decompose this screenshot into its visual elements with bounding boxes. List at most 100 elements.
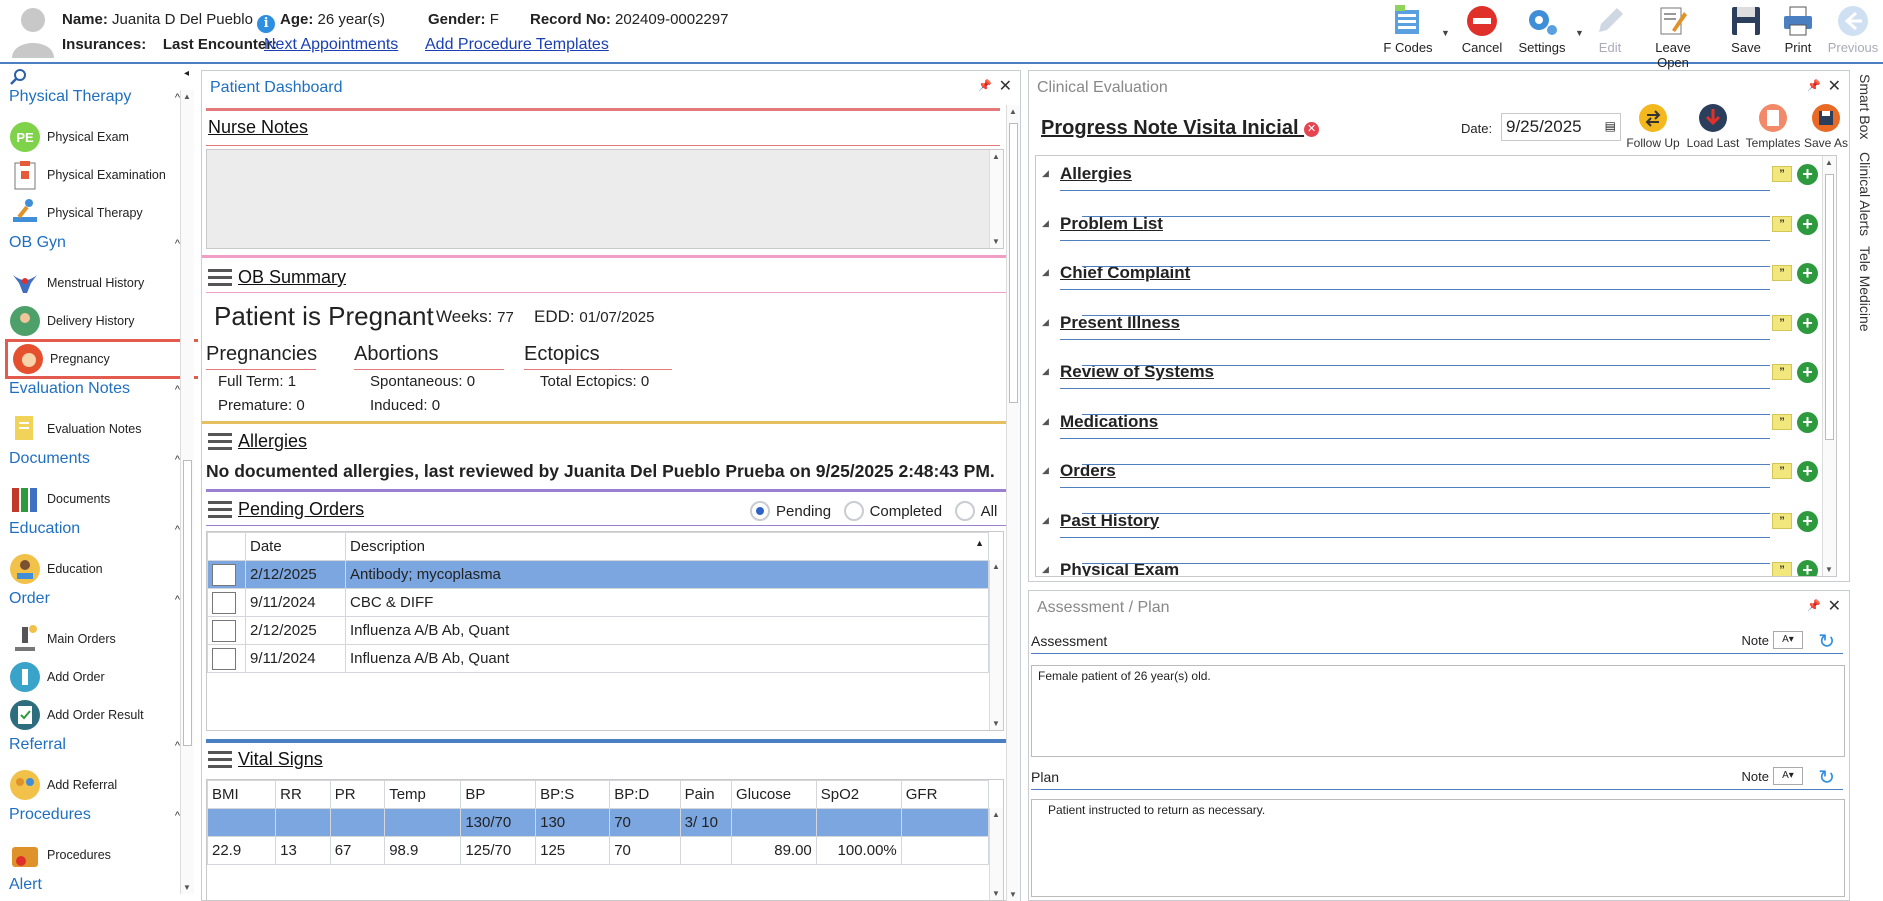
clinical-section-row[interactable]: ◢ Problem List” + bbox=[1042, 208, 1828, 267]
sidebar-item-physical-exam[interactable]: PE Physical Exam bbox=[9, 120, 129, 154]
sidebar-scrollbar[interactable]: ▲ ▼ bbox=[180, 90, 194, 894]
sidebar-item-evaluation-notes[interactable]: Evaluation Notes bbox=[9, 412, 142, 446]
info-icon[interactable]: i bbox=[257, 15, 276, 33]
pending-orders-heading[interactable]: Pending Orders bbox=[208, 499, 364, 520]
section-physical-therapy[interactable]: Physical Therapy bbox=[9, 88, 131, 106]
col-date[interactable]: Date bbox=[245, 532, 346, 561]
add-icon[interactable]: + bbox=[1797, 263, 1818, 284]
expand-triangle-icon[interactable]: ◢ bbox=[1042, 218, 1049, 229]
close-icon[interactable]: ✕ bbox=[1828, 76, 1841, 96]
settings-button[interactable]: Settings bbox=[1512, 4, 1572, 55]
quote-icon[interactable]: ” bbox=[1772, 463, 1792, 479]
expand-triangle-icon[interactable]: ◢ bbox=[1042, 416, 1049, 427]
row-checkbox[interactable] bbox=[207, 560, 246, 589]
col-vital[interactable]: BMI bbox=[207, 780, 277, 809]
follow-up-button[interactable]: Follow Up bbox=[1623, 103, 1683, 150]
section-evaluation-notes[interactable]: Evaluation Notes bbox=[9, 380, 130, 398]
date-field[interactable]: 9/25/2025 ▤ bbox=[1501, 113, 1621, 141]
clinical-section-row[interactable]: ◢ Medications” + bbox=[1042, 406, 1828, 465]
section-documents[interactable]: Documents bbox=[9, 450, 90, 468]
clinical-section-row[interactable]: ◢ Review of Systems” + bbox=[1042, 356, 1828, 415]
sidebar-item-education[interactable]: Education bbox=[9, 552, 103, 586]
clinical-section-row[interactable]: ◢ Physical Exam” + bbox=[1042, 554, 1828, 576]
col-vital[interactable]: BP bbox=[460, 780, 537, 809]
col-vital[interactable]: BP:D bbox=[609, 780, 681, 809]
add-icon[interactable]: + bbox=[1797, 461, 1818, 482]
add-icon[interactable]: + bbox=[1797, 510, 1818, 532]
sidebar-item-physical-examination[interactable]: Physical Examination bbox=[9, 158, 166, 192]
tab-tele-medicine[interactable]: Tele Medicine bbox=[1857, 246, 1873, 332]
quote-icon[interactable]: ” bbox=[1772, 364, 1792, 380]
quote-icon[interactable]: ” bbox=[1772, 215, 1792, 232]
radio-completed[interactable]: Completed bbox=[843, 501, 942, 521]
expand-triangle-icon[interactable]: ◢ bbox=[1042, 465, 1049, 476]
quote-icon[interactable]: ” bbox=[1772, 512, 1792, 529]
col-vital[interactable]: SpO2 bbox=[815, 780, 902, 809]
next-appointments-link[interactable]: Next Appointments bbox=[264, 36, 398, 54]
sidebar-item-main-orders[interactable]: Main Orders bbox=[9, 622, 116, 656]
table-row[interactable]: 9/11/2024 Influenza A/B Ab, Quant bbox=[207, 644, 989, 673]
clinical-section-row[interactable]: ◢ Past History” + bbox=[1042, 505, 1828, 564]
sidebar-item-delivery-history[interactable]: Delivery History bbox=[9, 304, 135, 338]
col-vital[interactable]: GFR bbox=[900, 780, 990, 809]
expand-triangle-icon[interactable]: ◢ bbox=[1042, 317, 1049, 328]
clinical-section-row[interactable]: ◢ Chief Complaint” + bbox=[1042, 257, 1828, 316]
section-order[interactable]: Order bbox=[9, 590, 50, 608]
clinical-section-row[interactable]: ◢ Present Illness” + bbox=[1042, 307, 1828, 366]
table-row[interactable]: 2/12/2025 Antibody; mycoplasma bbox=[207, 560, 989, 589]
col-description[interactable]: Description ▲ bbox=[345, 532, 989, 561]
assessment-textarea[interactable]: Female patient of 26 year(s) old. bbox=[1031, 665, 1845, 757]
tab-clinical-alerts[interactable]: Clinical Alerts bbox=[1857, 152, 1873, 236]
sidebar-item-add-referral[interactable]: Add Referral bbox=[9, 768, 117, 802]
fcodes-dropdown-icon[interactable]: ▼ bbox=[1441, 28, 1450, 38]
clinical-section-row[interactable]: ◢ Orders” + bbox=[1042, 455, 1828, 514]
nurse-notes-heading[interactable]: Nurse Notes bbox=[208, 117, 308, 138]
col-vital[interactable]: BP:S bbox=[535, 780, 611, 809]
leave-open-button[interactable]: Leave Open bbox=[1638, 4, 1708, 70]
save-button[interactable]: Save bbox=[1724, 4, 1768, 55]
add-procedure-templates-link[interactable]: Add Procedure Templates bbox=[425, 36, 609, 54]
clinical-section-row[interactable]: ◢ Allergies ” + bbox=[1042, 158, 1828, 217]
section-alert[interactable]: Alert bbox=[9, 876, 42, 894]
templates-button[interactable]: Templates bbox=[1743, 103, 1803, 150]
close-icon[interactable]: ✕ bbox=[1828, 596, 1841, 616]
add-icon[interactable]: + bbox=[1797, 362, 1818, 383]
sidebar-collapse-icon[interactable]: ◂ bbox=[184, 68, 189, 79]
previous-button[interactable]: Previous bbox=[1826, 4, 1880, 55]
add-icon[interactable]: + bbox=[1797, 411, 1818, 433]
sidebar-item-add-order[interactable]: Add Order bbox=[9, 660, 105, 694]
add-icon[interactable]: + bbox=[1797, 213, 1818, 235]
table-row[interactable]: 2/12/2025 Influenza A/B Ab, Quant bbox=[207, 616, 989, 645]
nurse-notes-textarea[interactable]: ▲ ▼ bbox=[206, 149, 1004, 249]
quote-icon[interactable]: ” bbox=[1772, 413, 1792, 430]
sidebar-item-procedures[interactable]: Procedures bbox=[9, 838, 111, 872]
close-icon[interactable]: ✕ bbox=[999, 76, 1012, 96]
refresh-icon[interactable]: ↻ bbox=[1818, 765, 1835, 790]
note-format-dropdown[interactable]: A▾ bbox=[1773, 631, 1803, 649]
add-icon[interactable]: + bbox=[1797, 560, 1818, 576]
print-button[interactable]: Print bbox=[1776, 4, 1820, 55]
save-as-button[interactable]: Save As bbox=[1801, 103, 1851, 150]
row-checkbox[interactable] bbox=[207, 588, 246, 617]
section-ob-gyn[interactable]: OB Gyn bbox=[9, 234, 66, 252]
sidebar-item-pregnancy[interactable]: Pregnancy bbox=[5, 339, 198, 379]
table-row[interactable]: 9/11/2024 CBC & DIFF bbox=[207, 588, 989, 617]
pin-icon[interactable]: 📌 bbox=[978, 79, 992, 92]
search-icon[interactable] bbox=[10, 68, 28, 86]
edit-button[interactable]: Edit bbox=[1590, 4, 1630, 55]
load-last-button[interactable]: Load Last bbox=[1683, 103, 1743, 150]
note-format-dropdown[interactable]: A▾ bbox=[1773, 767, 1803, 785]
expand-triangle-icon[interactable]: ◢ bbox=[1042, 267, 1049, 278]
sidebar-item-menstrual-history[interactable]: Menstrual History bbox=[9, 266, 144, 300]
vital-signs-heading[interactable]: Vital Signs bbox=[208, 749, 323, 770]
allergies-heading[interactable]: Allergies bbox=[208, 431, 307, 452]
col-vital[interactable]: PR bbox=[329, 780, 386, 809]
cancel-button[interactable]: Cancel bbox=[1457, 4, 1507, 55]
expand-triangle-icon[interactable]: ◢ bbox=[1042, 366, 1049, 377]
add-icon[interactable]: + bbox=[1797, 164, 1818, 185]
radio-pending[interactable]: Pending bbox=[750, 501, 831, 521]
expand-triangle-icon[interactable]: ◢ bbox=[1042, 168, 1049, 179]
refresh-icon[interactable]: ↻ bbox=[1818, 629, 1835, 654]
section-education[interactable]: Education bbox=[9, 520, 80, 538]
col-vital[interactable]: Glucose bbox=[731, 780, 817, 809]
